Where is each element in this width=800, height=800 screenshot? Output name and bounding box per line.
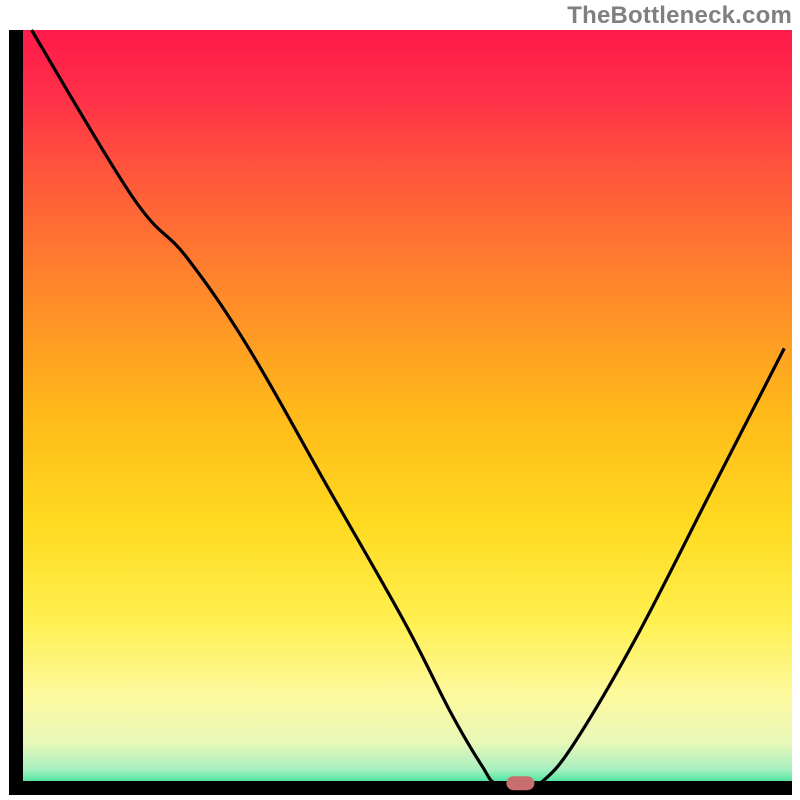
bottleneck-chart: TheBottleneck.com [0,0,800,800]
gradient-background [16,30,792,788]
optimum-marker [506,776,534,790]
watermark-text: TheBottleneck.com [567,2,792,30]
chart-svg [0,0,800,800]
